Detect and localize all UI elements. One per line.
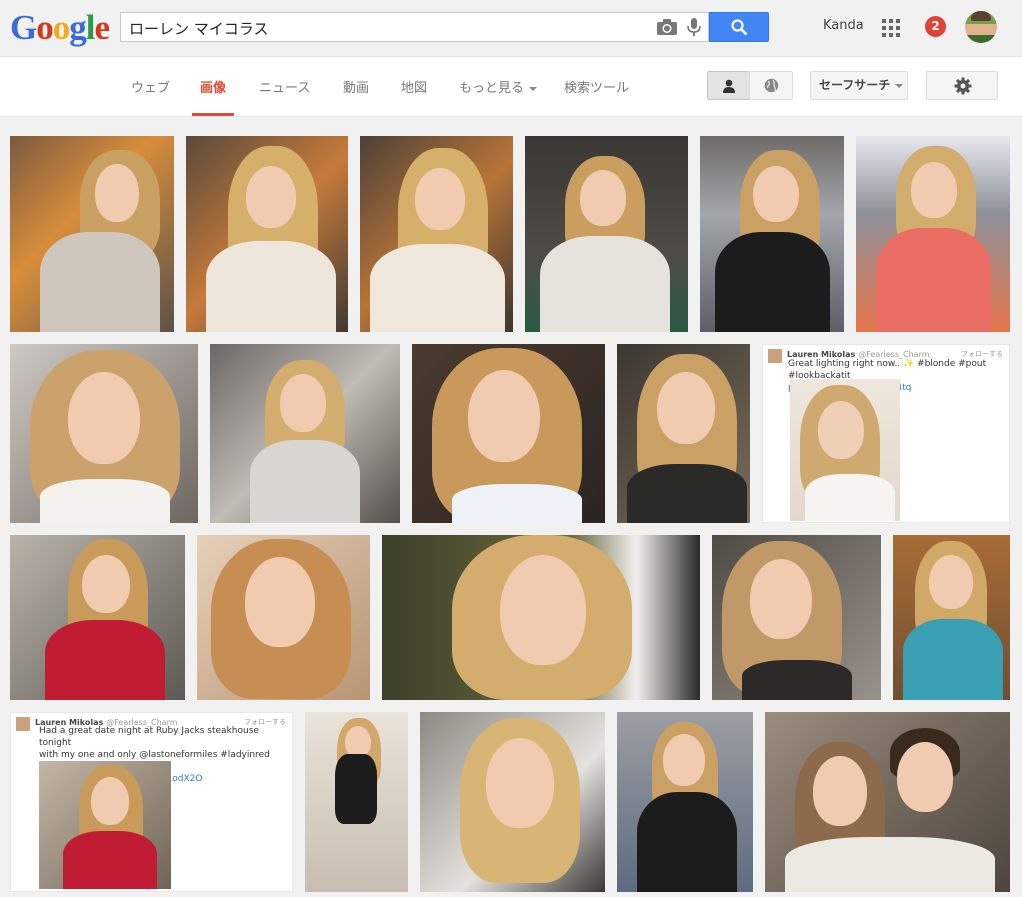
top-bar: Google Kanda 2 [0, 0, 1022, 57]
gear-icon [954, 77, 972, 95]
tweet-card[interactable]: Lauren Mikolas @Fearless_Charm フォローする Gre… [762, 344, 1010, 523]
tab-maps[interactable]: 地図 [401, 77, 427, 96]
image-result[interactable] [10, 344, 198, 523]
image-result[interactable] [712, 535, 881, 700]
image-result[interactable] [617, 344, 750, 523]
avatar [16, 717, 30, 731]
tab-videos[interactable]: 動画 [343, 77, 369, 96]
image-result[interactable] [197, 535, 370, 700]
image-result[interactable] [186, 136, 348, 332]
tweet-photo[interactable] [39, 761, 171, 889]
safesearch-dropdown[interactable]: セーフサーチ [810, 71, 908, 100]
tweet-photo[interactable] [790, 379, 900, 521]
tweet-card[interactable]: Lauren Mikolas @Fearless_Charm フォローする Had… [10, 712, 293, 892]
globe-icon [764, 78, 779, 93]
image-result[interactable] [360, 136, 513, 332]
global-results-button[interactable] [749, 71, 793, 100]
tab-search-tools[interactable]: 検索ツール [564, 77, 629, 96]
personal-results-button[interactable] [707, 71, 750, 100]
search-icon [731, 19, 748, 36]
image-result[interactable] [412, 344, 605, 523]
tab-more-label: もっと見る [459, 81, 525, 96]
microphone-icon[interactable] [686, 17, 702, 37]
vertical-tab-bar: ウェブ 画像 ニュース 動画 地図 もっと見る 検索ツール セーフサーチ [0, 57, 1022, 117]
chevron-down-icon [529, 86, 538, 91]
image-result[interactable] [856, 136, 1010, 332]
image-result[interactable] [700, 136, 844, 332]
search-input[interactable] [129, 17, 649, 39]
image-result[interactable] [893, 535, 1010, 700]
image-result[interactable] [765, 712, 1010, 892]
search-box[interactable] [120, 12, 709, 42]
image-result[interactable] [305, 712, 408, 892]
tab-more[interactable]: もっと見る [459, 77, 538, 96]
tab-web[interactable]: ウェブ [131, 77, 170, 96]
avatar[interactable] [965, 11, 997, 43]
settings-button[interactable] [926, 71, 998, 100]
image-results-grid: Lauren Mikolas @Fearless_Charm フォローする Gre… [0, 117, 1022, 897]
google-logo[interactable]: Google [10, 8, 110, 48]
notification-badge[interactable]: 2 [925, 16, 946, 37]
account-name[interactable]: Kanda [823, 18, 864, 33]
image-result[interactable] [10, 136, 174, 332]
search-button[interactable] [709, 12, 769, 42]
image-result[interactable] [210, 344, 400, 523]
camera-icon[interactable] [656, 18, 678, 36]
image-result[interactable] [525, 136, 688, 332]
image-result[interactable] [420, 712, 605, 892]
tab-news[interactable]: ニュース [259, 77, 310, 96]
apps-grid-icon[interactable] [882, 19, 900, 37]
person-icon [723, 79, 735, 93]
avatar [768, 349, 782, 363]
chevron-down-icon [895, 83, 904, 88]
active-tab-indicator [192, 113, 234, 116]
image-result[interactable] [382, 535, 700, 700]
tab-images[interactable]: 画像 [200, 77, 226, 96]
safesearch-label: セーフサーチ [819, 78, 891, 92]
image-result[interactable] [617, 712, 753, 892]
image-result[interactable] [10, 535, 185, 700]
